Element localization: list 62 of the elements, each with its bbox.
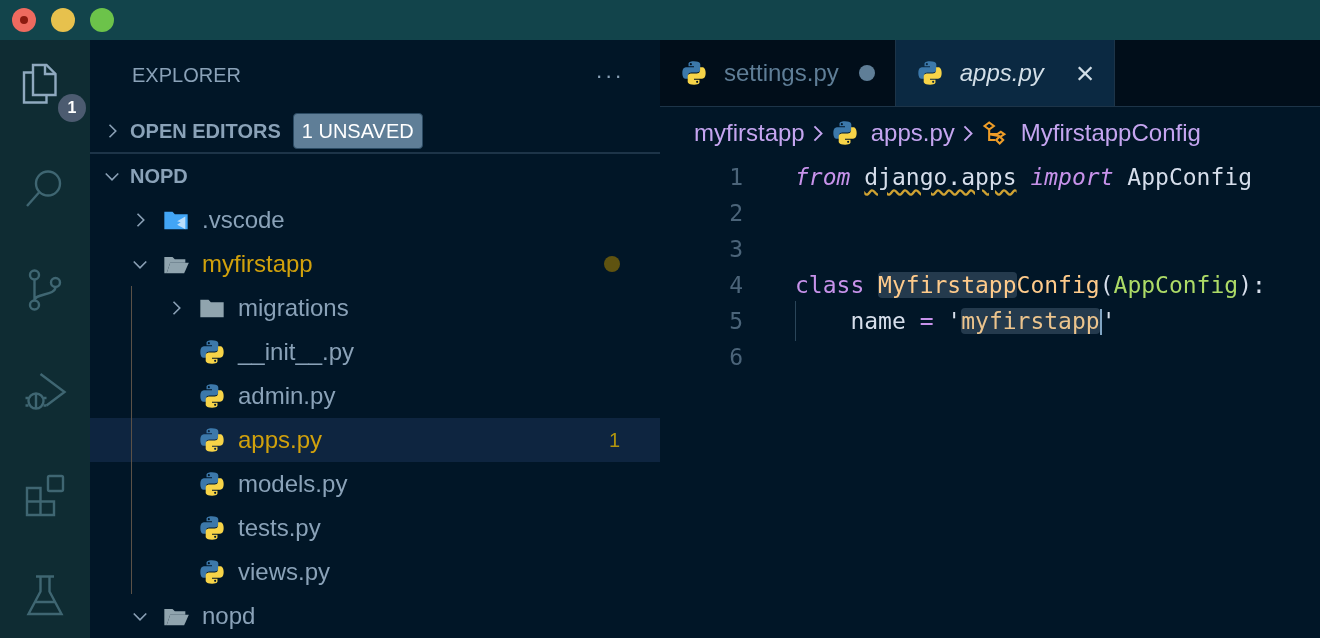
chevron-right-icon	[812, 124, 823, 142]
tree-item[interactable]: admin.py	[90, 374, 660, 418]
python-icon	[680, 59, 708, 87]
section-header[interactable]: OPEN EDITORS 1 UNSAVED	[90, 110, 660, 154]
line-number: 3	[728, 234, 743, 264]
python-icon	[198, 382, 226, 410]
file-name: apps.py	[238, 425, 323, 455]
section-title: OPEN EDITORS	[130, 119, 281, 144]
line-number: 2	[728, 198, 743, 228]
python-icon	[830, 119, 859, 147]
editor-tab[interactable]: settings.py	[660, 40, 895, 106]
file-name: models.py	[238, 469, 348, 499]
breadcrumb-item[interactable]: apps.py	[870, 115, 955, 151]
tree-item[interactable]: views.py	[90, 550, 660, 594]
code-line: class MyfirstappConfig(AppConfig):	[795, 270, 1266, 300]
tree-item[interactable]: migrations	[90, 286, 660, 330]
tab-label: apps.py	[959, 58, 1044, 88]
file-name: views.py	[238, 557, 331, 587]
section-title: NOPD	[130, 164, 188, 189]
file-name: admin.py	[238, 381, 336, 411]
breadcrumb-item[interactable]: myfirstapp	[694, 115, 805, 151]
python-icon	[198, 514, 226, 542]
line-number: 5	[728, 306, 743, 336]
close-button[interactable]: ×	[1075, 57, 1095, 89]
python-icon	[915, 59, 944, 87]
file-name: __init__.py	[238, 337, 355, 367]
code-line: name = 'myfirstapp'	[795, 303, 1116, 339]
file-name: tests.py	[238, 513, 321, 543]
python-icon	[198, 338, 226, 366]
file-name: myfirstapp	[202, 249, 313, 279]
tree-item[interactable]: __init__.py	[90, 330, 660, 374]
file-name: nopd	[202, 601, 256, 631]
python-icon	[198, 426, 226, 454]
close-button[interactable]	[12, 8, 36, 32]
editor-tab[interactable]: apps.py ×	[894, 40, 1116, 106]
tree-item[interactable]: myfirstapp	[90, 242, 660, 286]
panel-title: EXPLORER	[132, 63, 241, 88]
notification-badge: 1	[58, 94, 86, 122]
breadcrumb-item[interactable]: MyfirstappConfig	[1020, 115, 1201, 151]
tree-item[interactable]: models.py	[90, 462, 660, 506]
tab-label: settings.py	[724, 58, 839, 88]
code-line: from django.apps import AppConfig	[795, 162, 1252, 192]
tree-item[interactable]: .vscode	[90, 198, 660, 242]
tree-item[interactable]: apps.py 1	[90, 418, 660, 462]
line-number: 6	[728, 342, 743, 372]
file-name: migrations	[238, 293, 349, 323]
python-icon	[198, 470, 226, 498]
more-actions-button[interactable]: ···	[595, 58, 624, 92]
class-icon	[980, 119, 1009, 147]
maximize-button[interactable]	[90, 8, 114, 32]
minimize-button[interactable]	[51, 8, 75, 32]
files-icon[interactable]	[21, 62, 57, 104]
problem-count: 1	[608, 428, 620, 453]
section-header[interactable]: NOPD	[90, 154, 660, 198]
chevron-right-icon	[962, 124, 973, 142]
tree-item[interactable]: tests.py	[90, 506, 660, 550]
file-name: .vscode	[202, 205, 285, 235]
python-icon	[198, 558, 226, 586]
unsaved-badge: 1 UNSAVED	[292, 113, 423, 149]
line-number: 1	[728, 162, 743, 192]
line-number: 4	[728, 270, 743, 300]
tree-item[interactable]: nopd	[90, 594, 660, 638]
